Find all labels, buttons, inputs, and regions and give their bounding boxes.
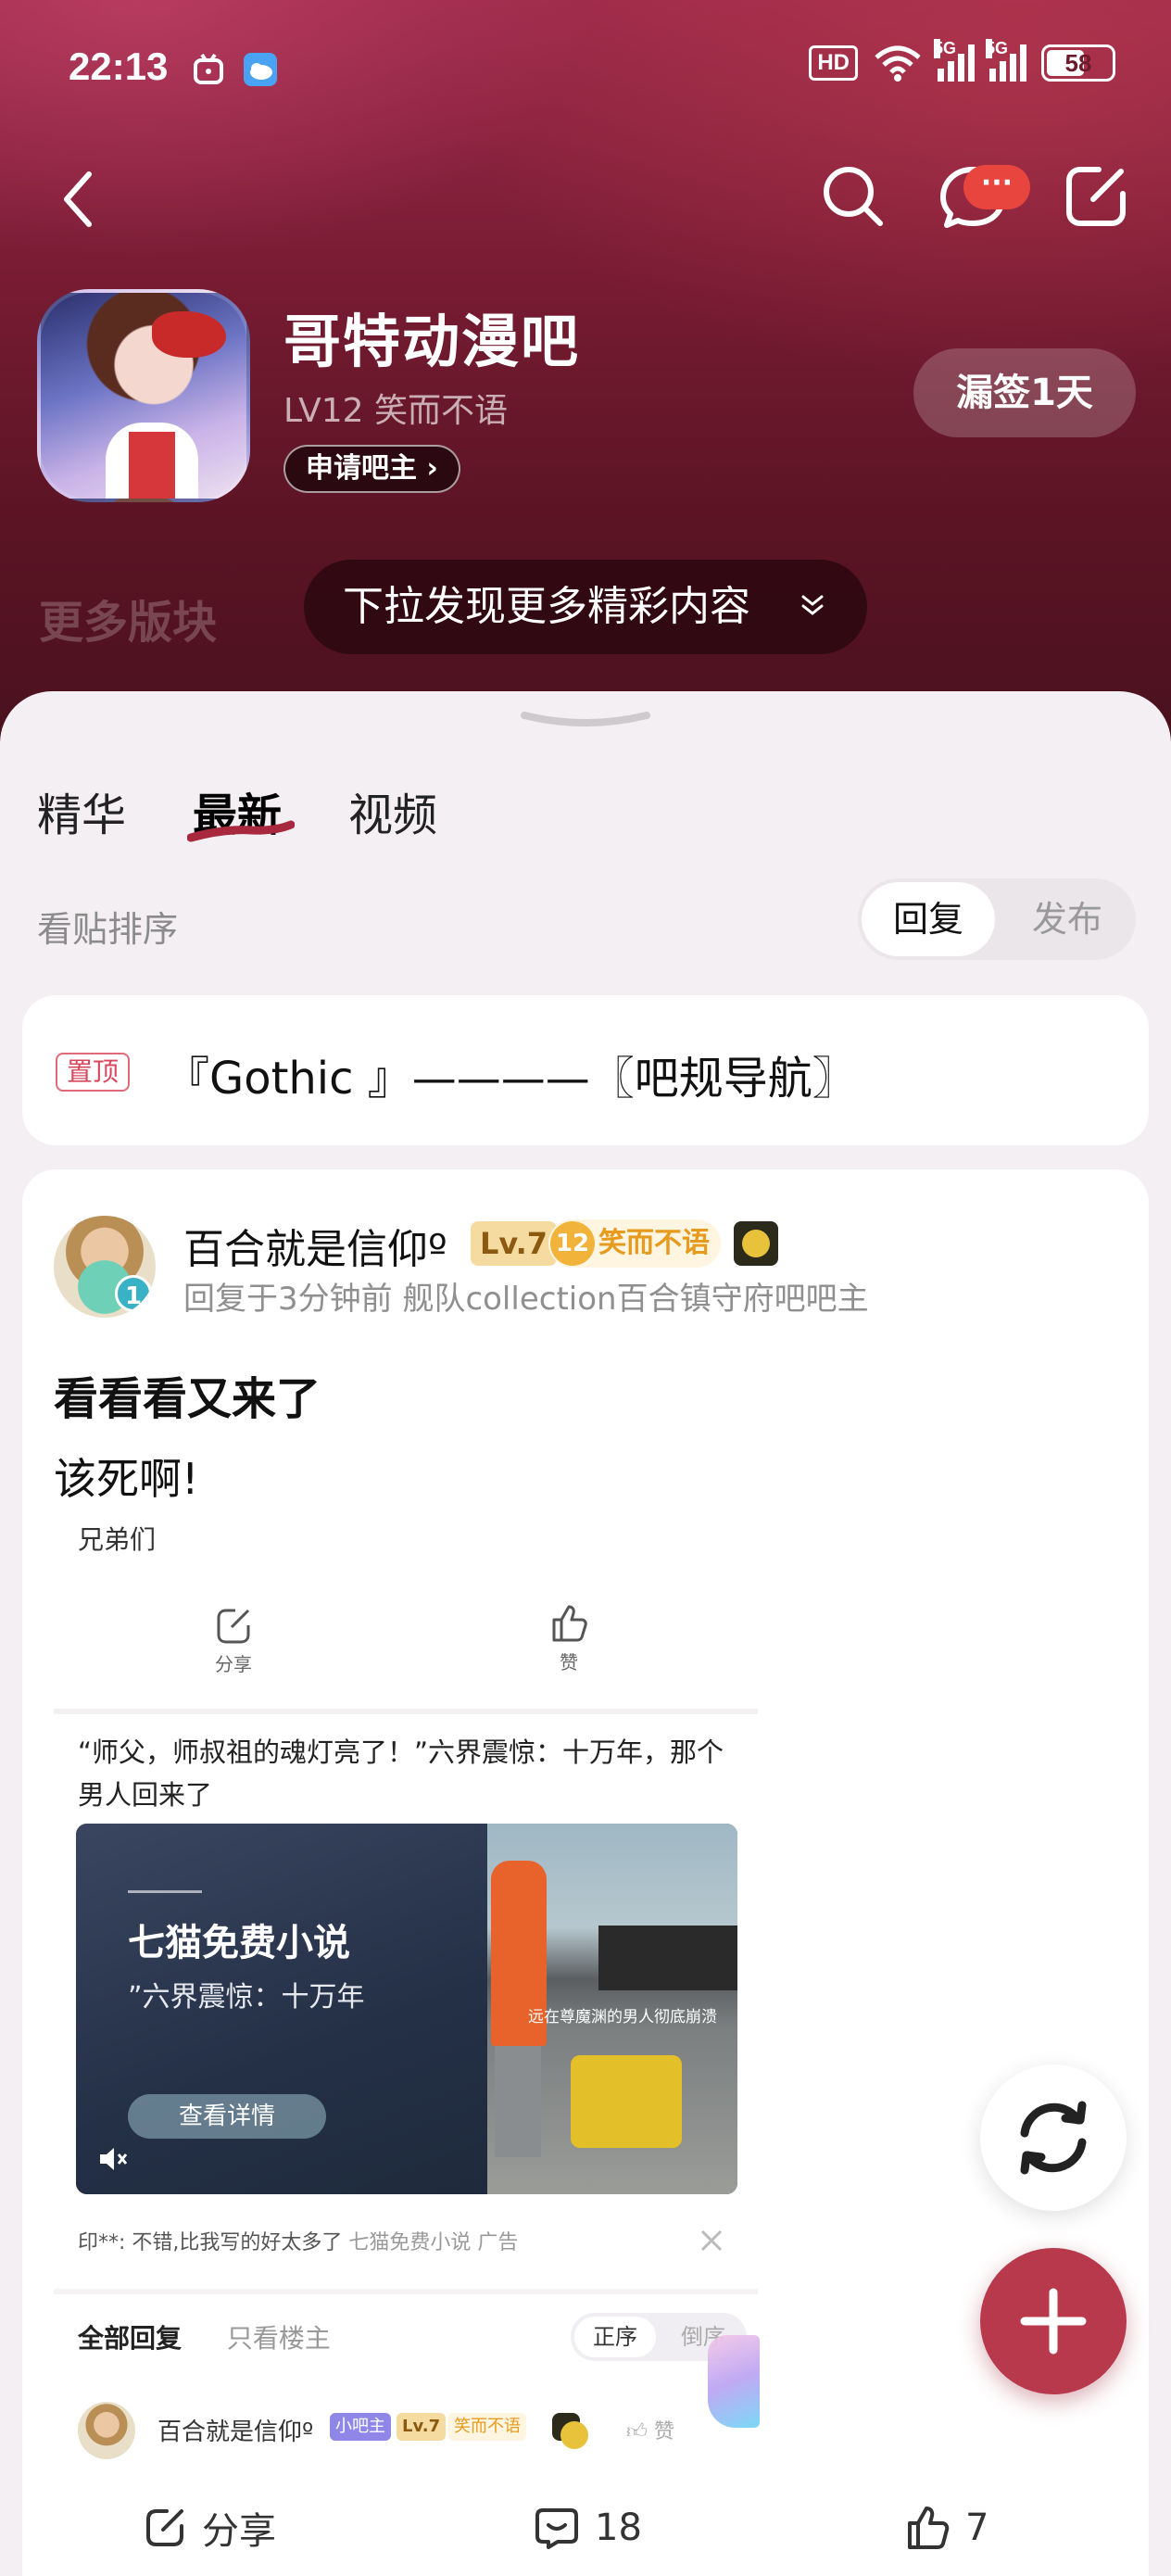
chevron-down-icon	[801, 595, 824, 615]
title-badge: 笑而不语	[448, 2413, 526, 2441]
message-badge: ···	[963, 165, 1030, 209]
refresh-icon	[1020, 2101, 1087, 2175]
like-count: 7	[965, 2507, 989, 2549]
level-badge: Lv.7	[471, 1221, 558, 1266]
status-bar: 22:13 HD 5G 5G 58	[0, 0, 1171, 139]
embedded-share: 分享	[213, 1605, 254, 1676]
title-badge: 12 笑而不语	[548, 1219, 721, 1268]
apply-moderator-label: 申请吧主	[306, 452, 417, 485]
pulldown-hint-text: 下拉发现更多精彩内容	[343, 583, 750, 630]
sort-label: 看贴排序	[37, 909, 179, 950]
close-icon	[700, 2229, 723, 2252]
status-right-cluster: HD 5G 5G 58	[809, 39, 1115, 82]
search-icon[interactable]	[819, 162, 886, 229]
embedded-ad-image: 七猫免费小说 ”六界震惊：十万年 查看详情 远在尊魔渊的男人彻底崩溃	[76, 1824, 737, 2194]
wifi-icon	[875, 45, 921, 82]
medal-icon	[552, 2413, 588, 2449]
forum-avatar[interactable]	[37, 289, 250, 502]
embedded-reply-name: 百合就是信仰º	[157, 2418, 314, 2446]
ad-footer: 印**: 不错,比我写的好太多了 七猫免费小说 广告	[78, 2226, 518, 2255]
ad-detail-button: 查看详情	[128, 2094, 326, 2139]
sort-by-publish-option[interactable]: 发布	[1002, 878, 1132, 960]
ad-caption: 远在尊魔渊的男人彻底崩溃	[528, 2008, 717, 2027]
post-body: 该死啊!	[54, 1454, 199, 1504]
embedded-reply-like: 👍︎ 赞	[626, 2420, 675, 2443]
ad-comment: 印**: 不错,比我写的好太多了	[78, 2231, 343, 2254]
thumbs-up-icon: 👍︎	[626, 2420, 648, 2443]
drag-handle[interactable]	[521, 712, 650, 728]
compose-icon[interactable]	[1062, 162, 1130, 231]
active-tab-underline	[187, 820, 295, 842]
post-title[interactable]: 看看看又来了	[54, 1362, 321, 1427]
back-icon[interactable]	[56, 167, 102, 232]
share-icon	[146, 2509, 183, 2546]
title-badge-number: 12	[550, 1221, 595, 1266]
pulldown-hint[interactable]: 下拉发现更多精彩内容	[304, 560, 867, 654]
sort-toggle: 回复 发布	[858, 878, 1136, 960]
checkin-button[interactable]: 漏签1天	[913, 348, 1136, 437]
tab-featured[interactable]: 精华	[37, 778, 126, 843]
divider	[54, 1709, 758, 1714]
mute-icon	[100, 2148, 128, 2170]
like-button[interactable]: 7	[904, 2502, 988, 2554]
app-notification-icon	[194, 53, 223, 84]
medal-icon	[734, 1221, 778, 1266]
moderator-tag: 小吧主	[330, 2413, 391, 2441]
apply-moderator-button[interactable]: 申请吧主 ›	[283, 445, 460, 493]
post-meta: 回复于3分钟前 舰队collection百合镇守府吧吧主	[183, 1281, 869, 1318]
battery-indicator: 58	[1041, 44, 1115, 82]
share-icon	[217, 1609, 250, 1644]
embedded-like: 赞	[548, 1603, 589, 1674]
forum-level: LV12 笑而不语	[283, 392, 508, 430]
avatar	[78, 2402, 135, 2459]
tab-video[interactable]: 视频	[348, 778, 437, 843]
hd-badge: HD	[809, 45, 858, 81]
embedded-reply-owner: 只看楼主	[226, 2323, 331, 2354]
post-author-name[interactable]: 百合就是信仰º	[183, 1216, 447, 1275]
weather-icon	[244, 53, 277, 86]
avatar-badge: 1	[115, 1275, 152, 1312]
comment-icon	[535, 2508, 578, 2549]
embedded-text: 兄弟们	[78, 1524, 157, 1555]
title-badge-text: 笑而不语	[598, 1227, 710, 1259]
embedded-quote: “师父，师叔祖的魂灯亮了！”六界震惊：十万年，那个男人回来了	[78, 1736, 724, 1811]
embedded-reply-all: 全部回复	[78, 2323, 183, 2354]
chevron-right-icon: ›	[426, 452, 438, 485]
ad-name: 七猫免费小说	[128, 1922, 350, 1964]
embedded-share-label: 分享	[215, 1653, 252, 1675]
cellular-signal-icon: 5G	[934, 39, 975, 82]
thumbs-up-icon	[908, 2507, 950, 2549]
share-label: 分享	[202, 2510, 276, 2553]
cellular-signal-2-icon: 5G	[986, 39, 1026, 82]
ad-source: 七猫免费小说 广告	[348, 2231, 519, 2254]
share-button[interactable]: 分享	[143, 2502, 276, 2554]
battery-percent: 58	[1064, 48, 1092, 77]
status-time: 22:13	[69, 44, 169, 88]
avatar[interactable]: 1	[54, 1216, 156, 1318]
new-post-button[interactable]	[980, 2248, 1127, 2394]
pinned-badge: 置顶	[56, 1053, 131, 1092]
embedded-like-label: 赞	[560, 1651, 578, 1673]
ad-subtitle: ”六界震惊：十万年	[128, 1981, 365, 2014]
more-sections-label[interactable]: 更多版块	[39, 586, 217, 650]
comment-button[interactable]: 18	[534, 2502, 642, 2554]
comment-count: 18	[595, 2507, 642, 2549]
embedded-order-asc: 正序	[574, 2317, 656, 2357]
divider	[54, 2289, 758, 2294]
sort-by-reply-option[interactable]: 回复	[862, 882, 995, 956]
plus-icon	[1020, 2288, 1087, 2355]
level-badge: Lv.7	[397, 2413, 447, 2441]
sticker-decoration	[708, 2335, 760, 2428]
refresh-button[interactable]	[980, 2065, 1127, 2211]
pinned-post-title[interactable]: 『Gothic 』————〖吧规导航〗	[165, 1042, 857, 1106]
thumbs-up-icon	[552, 1605, 587, 1642]
embedded-reply-tabs: 全部回复 只看楼主	[78, 2318, 331, 2355]
forum-name: 哥特动漫吧	[283, 308, 581, 375]
